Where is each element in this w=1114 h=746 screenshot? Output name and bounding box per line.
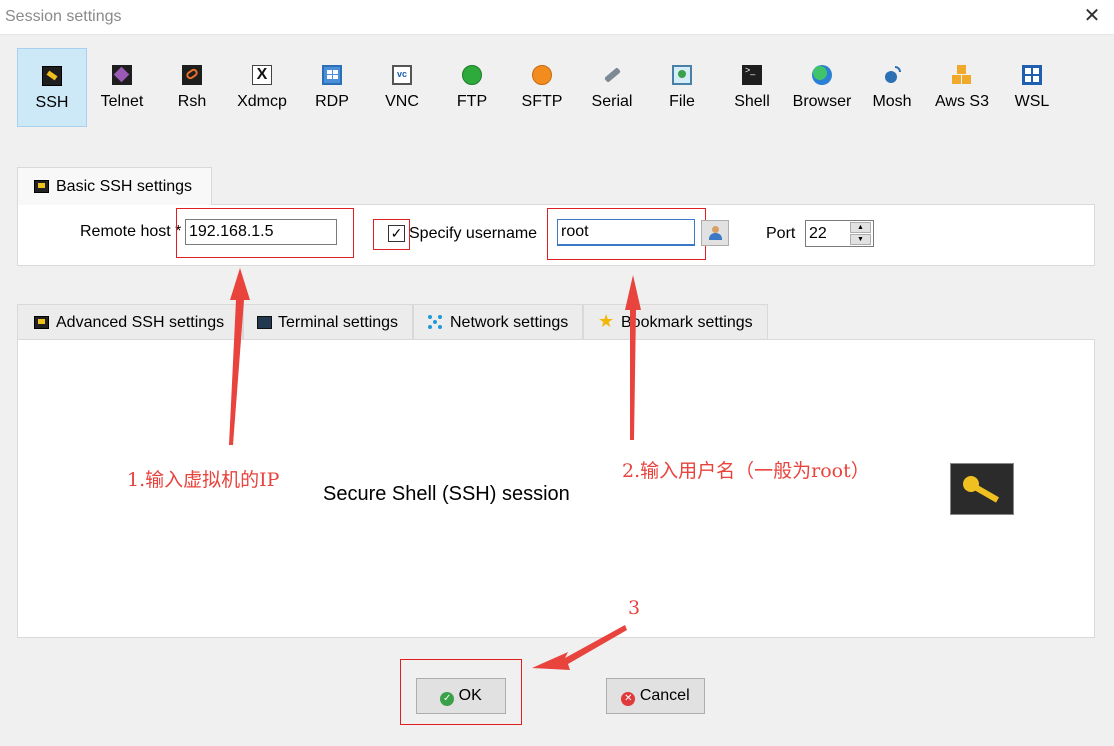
annotation-step1: 1.输入虚拟机的IP	[127, 469, 280, 491]
arrow-to-host	[229, 268, 250, 445]
arrow-to-ok	[532, 625, 627, 670]
annotation-step3: 3	[628, 597, 641, 619]
annotation-arrows	[229, 268, 641, 670]
arrow-to-username	[625, 275, 641, 440]
annotation-step2: 2.输入用户名（一般为root）	[622, 460, 870, 482]
